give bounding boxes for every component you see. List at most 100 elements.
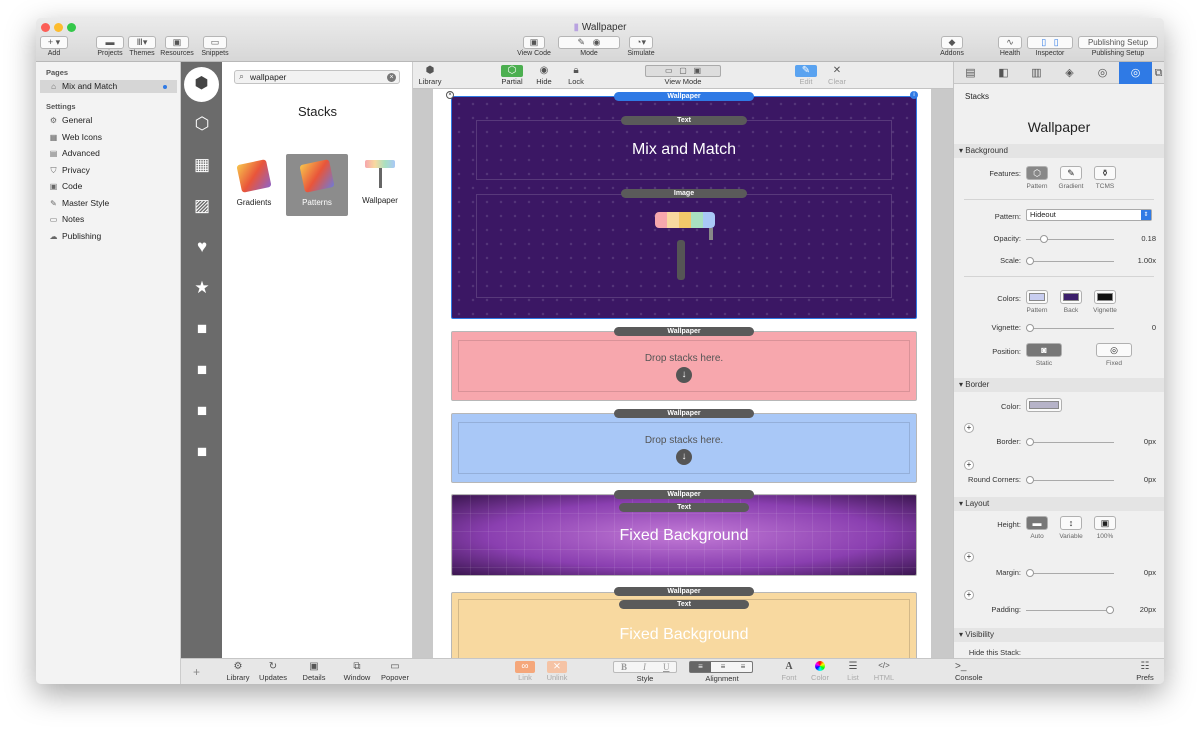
add-button[interactable]: + ▾ Add [40, 36, 68, 57]
feature-tcms-button[interactable]: ⚱ [1094, 166, 1116, 180]
align-left-icon[interactable]: ≡ [690, 662, 711, 672]
edit-button[interactable]: ✎ Edit [793, 65, 819, 86]
bold-button[interactable]: B [621, 662, 627, 672]
vignette-knob[interactable] [1026, 324, 1034, 332]
canvas-library-button[interactable]: ⬢ Library [415, 65, 445, 86]
prefs-button[interactable]: ☷ Prefs [1131, 661, 1159, 682]
opacity-value[interactable]: 0.18 [1114, 234, 1156, 243]
partial-button[interactable]: ⬡ Partial [499, 65, 525, 86]
scale-value[interactable]: 1.00x [1114, 256, 1156, 265]
settings-item-notes[interactable]: ▭ Notes [40, 213, 177, 226]
wallpaper-stack-pink[interactable]: Drop stacks here. ↓ [451, 331, 917, 401]
folder-icon[interactable]: ■ [191, 359, 213, 381]
view-code-button[interactable]: ▣ View Code [514, 36, 554, 57]
details-button[interactable]: ▣ Details [301, 661, 327, 682]
settings-item-master-style[interactable]: ✎ Master Style [40, 197, 177, 210]
view-mode-control[interactable]: ▭ ▢ ▣ View Mode [643, 65, 723, 86]
border-color-well[interactable] [1026, 398, 1062, 412]
round-corners-knob[interactable] [1026, 476, 1034, 484]
health-button[interactable]: ∿ Health [996, 36, 1024, 57]
folder-icon[interactable]: ■ [191, 441, 213, 463]
color-button[interactable]: Color [807, 661, 833, 682]
height-auto-button[interactable]: ▬ [1026, 516, 1048, 530]
info-icon[interactable]: i [910, 91, 918, 99]
folder-icon[interactable]: ■ [191, 318, 213, 340]
wallpaper-stack-blue[interactable]: Drop stacks here. ↓ [451, 413, 917, 483]
settings-item-general[interactable]: ⚙ General [40, 114, 177, 127]
tab-stack-icon[interactable]: ◎ [1119, 62, 1152, 84]
list-button[interactable]: ☰ List [841, 661, 865, 682]
close-icon[interactable]: × [446, 91, 454, 99]
padding-knob[interactable] [1106, 606, 1114, 614]
hide-button[interactable]: ◉ Hide [531, 65, 557, 86]
opacity-slider[interactable] [1026, 235, 1114, 243]
stacks-category-button[interactable]: ⬢ [184, 67, 219, 102]
margin-value[interactable]: 0px [1114, 568, 1156, 577]
add-corners-button[interactable]: + [964, 460, 974, 470]
unlink-button[interactable]: ⨯ Unlink [543, 661, 571, 682]
border-knob[interactable] [1026, 438, 1034, 446]
tab-layout-icon[interactable]: ▥ [1020, 62, 1053, 84]
position-static-button[interactable]: ◙ [1026, 343, 1062, 357]
add-margin-button[interactable]: + [964, 552, 974, 562]
opacity-knob[interactable] [1040, 235, 1049, 243]
library-button[interactable]: ⚙ Library [225, 661, 251, 682]
pattern-color-well[interactable] [1026, 290, 1048, 304]
margin-slider[interactable] [1026, 569, 1114, 577]
underline-button[interactable]: U [663, 662, 670, 672]
search-input[interactable]: wallpaper [250, 72, 286, 82]
library-search-field[interactable]: ⌕ wallpaper × [234, 70, 400, 84]
wallpaper-stack-selected[interactable]: Mix and Match Text Image [451, 96, 917, 319]
lock-button[interactable]: 🔒︎ Lock [563, 65, 589, 86]
drop-zone[interactable]: Drop stacks here. ↓ [458, 422, 910, 474]
themes-button[interactable]: Ⅲ▾ Themes [128, 36, 156, 57]
updates-button[interactable]: ↻ Updates [258, 661, 288, 682]
publishing-setup-button[interactable]: Publishing Setup Publishing Setup [1078, 36, 1158, 57]
pattern-select[interactable]: Hideout ⇕ [1026, 209, 1152, 221]
vignette-value[interactable]: 0 [1114, 323, 1156, 332]
feature-gradient-button[interactable]: ✎ [1060, 166, 1082, 180]
console-button[interactable]: >_ Console [955, 661, 985, 682]
back-color-well[interactable] [1060, 290, 1082, 304]
section-border[interactable]: ▾ Border [954, 378, 1164, 392]
vignette-color-well[interactable] [1094, 290, 1116, 304]
margin-knob[interactable] [1026, 569, 1034, 577]
height-variable-button[interactable]: ↕ [1060, 516, 1082, 530]
section-visibility[interactable]: ▾ Visibility [954, 628, 1164, 642]
border-slider[interactable] [1026, 438, 1114, 446]
link-button[interactable]: ∞ Link [513, 661, 537, 682]
tab-target-icon[interactable]: ◎ [1086, 62, 1119, 84]
library-item-wallpaper[interactable]: Wallpaper [356, 154, 404, 214]
settings-item-privacy[interactable]: ⛉ Privacy [40, 164, 177, 177]
vignette-slider[interactable] [1026, 324, 1114, 332]
round-corners-value[interactable]: 0px [1114, 475, 1156, 484]
projects-button[interactable]: ▬ Projects [96, 36, 124, 57]
inspector-toggle[interactable]: ▯ ▯ Inspector [1026, 36, 1074, 57]
section-layout[interactable]: ▾ Layout [954, 497, 1164, 511]
position-fixed-button[interactable]: ◎ [1096, 343, 1132, 357]
folder-icon[interactable]: ■ [191, 400, 213, 422]
image-icon[interactable]: ▨ [191, 195, 213, 217]
snippets-button[interactable]: ▭ Snippets [199, 36, 231, 57]
clear-search-icon[interactable]: × [387, 73, 396, 82]
grid-icon[interactable]: ▦ [191, 154, 213, 176]
height-100-button[interactable]: ▣ [1094, 516, 1116, 530]
tab-page-icon[interactable]: ◧ [987, 62, 1020, 84]
settings-item-publishing[interactable]: ☁ Publishing [40, 230, 177, 243]
settings-item-advanced[interactable]: ▤ Advanced [40, 147, 177, 160]
align-right-icon[interactable]: ≡ [734, 662, 752, 671]
library-item-gradients[interactable]: Gradients [230, 154, 278, 214]
tab-site-icon[interactable]: ▤ [954, 62, 987, 84]
settings-item-web-icons[interactable]: ▦ Web Icons [40, 131, 177, 144]
mode-control[interactable]: ✎ ◉ Mode [558, 36, 620, 57]
heart-icon[interactable]: ♥ [191, 236, 213, 258]
html-button[interactable]: </> HTML [871, 661, 897, 682]
align-center-icon[interactable]: ≡ [714, 662, 732, 671]
add-padding-button[interactable]: + [964, 590, 974, 600]
popover-button[interactable]: ▭ Popover [380, 661, 410, 682]
addons-button[interactable]: ◆ Addons [938, 36, 966, 57]
feature-pattern-button[interactable]: ⬡ [1026, 166, 1048, 180]
library-item-patterns[interactable]: Patterns [286, 154, 348, 216]
border-value[interactable]: 0px [1114, 437, 1156, 446]
padding-slider[interactable] [1026, 606, 1114, 614]
